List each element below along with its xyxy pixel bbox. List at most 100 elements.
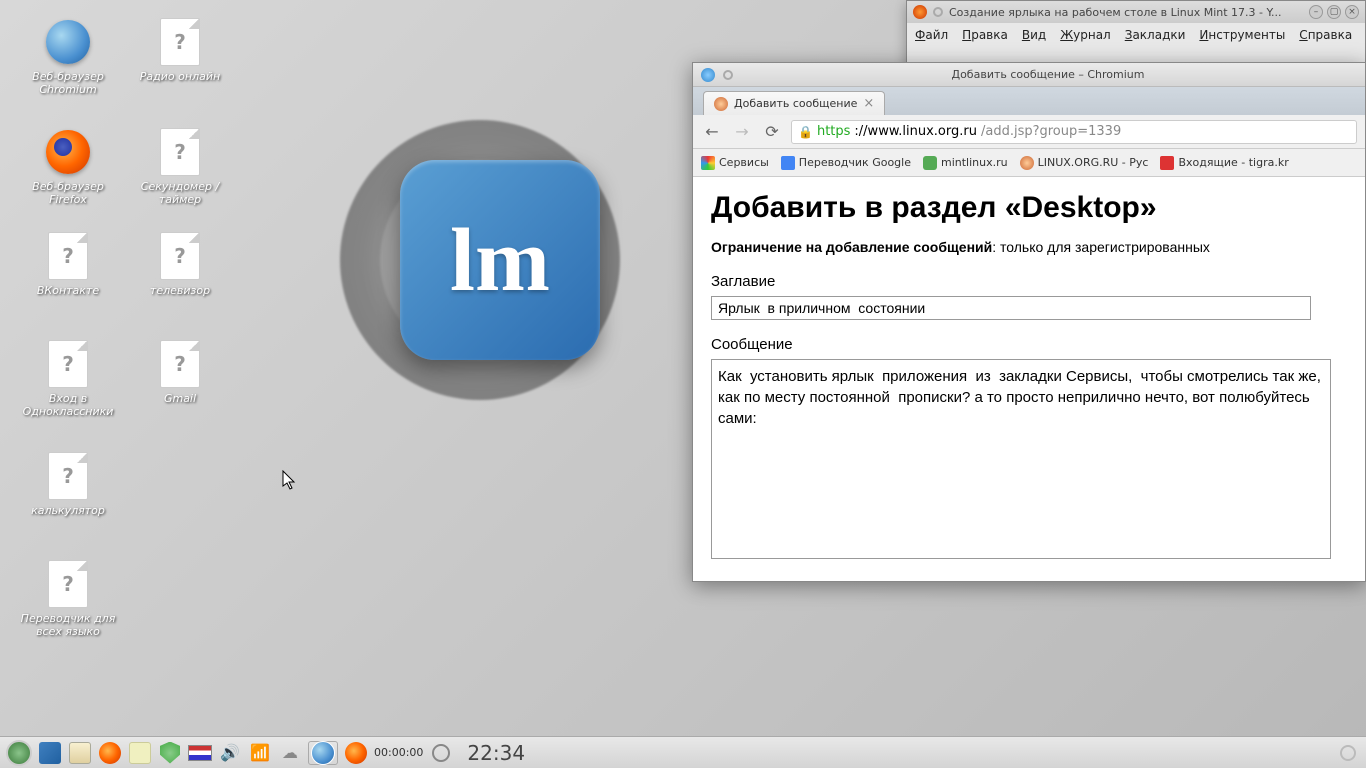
forward-button[interactable]: → — [731, 121, 753, 143]
firefox-icon — [46, 130, 90, 174]
firefox-icon — [345, 742, 367, 764]
mint-icon — [923, 156, 937, 170]
lock-icon: 🔒 — [798, 125, 813, 139]
wifi-button[interactable]: 📶 — [248, 741, 272, 765]
apps-icon — [701, 156, 715, 170]
desktop-icon-odnoklassniki[interactable]: ? Вход в Одноклассники — [18, 340, 118, 418]
desktop-icon-chromium[interactable]: Веб-браузер Chromium — [18, 18, 118, 96]
close-button[interactable]: × — [1345, 5, 1359, 19]
url-bar[interactable]: 🔒 https://www.linux.org.ru/add.jsp?group… — [791, 120, 1357, 144]
menu-file[interactable]: Файл — [915, 28, 948, 42]
tab-label: Добавить сообщение — [734, 97, 857, 110]
desktop-icon-label: ВКонтакте — [37, 284, 99, 297]
menu-edit[interactable]: Правка — [962, 28, 1008, 42]
reload-button[interactable]: ⟳ — [761, 121, 783, 143]
chromium-icon — [46, 20, 90, 64]
firefox-icon — [99, 742, 121, 764]
message-textarea[interactable]: Как установить ярлык приложения из закла… — [711, 359, 1331, 559]
cloud-icon: ☁ — [282, 743, 298, 762]
menu-tools[interactable]: Инструменты — [1199, 28, 1285, 42]
menu-help[interactable]: Справка — [1299, 28, 1352, 42]
file-icon: ? — [160, 128, 200, 176]
desktop-icon-tv[interactable]: ? телевизор — [130, 232, 230, 297]
chromium-window[interactable]: Добавить сообщение – Chromium Добавить с… — [692, 62, 1366, 582]
circle-icon — [1340, 745, 1356, 761]
desktop-icon-radio[interactable]: ? Радио онлайн — [130, 18, 230, 83]
window-title: Добавить сообщение – Chromium — [739, 68, 1357, 81]
desktop-icon-label: Секундомер / таймер — [130, 180, 230, 206]
tux-icon — [1020, 156, 1034, 170]
message-field-label: Сообщение — [711, 336, 1347, 353]
menu-bookmarks[interactable]: Закладки — [1125, 28, 1186, 42]
desktop-icon-calculator[interactable]: ? калькулятор — [18, 452, 118, 517]
file-icon: ? — [160, 18, 200, 66]
bookmark-gmail[interactable]: Входящие - tigra.kr — [1160, 156, 1288, 170]
firefox-menubar: Файл Правка Вид Журнал Закладки Инструме… — [907, 23, 1365, 47]
minimize-button[interactable]: – — [1309, 5, 1323, 19]
desktop-icon-gmail[interactable]: ? Gmail — [130, 340, 230, 405]
desktop-icon-firefox[interactable]: Веб-браузер Firefox — [18, 128, 118, 206]
file-icon: ? — [160, 232, 200, 280]
file-manager-button[interactable] — [68, 741, 92, 765]
desktop-icon-label: Вход в Одноклассники — [18, 392, 118, 418]
taskbar-chromium-button[interactable] — [308, 741, 338, 765]
bookmark-mintlinux[interactable]: mintlinux.ru — [923, 156, 1008, 170]
taskbar-notes-button[interactable] — [128, 741, 152, 765]
title-input[interactable] — [711, 296, 1311, 320]
timer-display[interactable]: 00:00:00 — [374, 741, 423, 765]
browser-tab[interactable]: Добавить сообщение × — [703, 91, 885, 115]
bookmark-services[interactable]: Сервисы — [701, 156, 769, 170]
taskbar: 🔊 📶 ☁ 00:00:00 22:34 — [0, 736, 1366, 768]
firefox-window[interactable]: Создание ярлыка на рабочем столе в Linux… — [906, 0, 1366, 70]
desktop-icon-vkontakte[interactable]: ? ВКонтакте — [18, 232, 118, 297]
bookmark-translator[interactable]: Переводчик Google — [781, 156, 911, 170]
desktop-icon-label: Веб-браузер Chromium — [18, 70, 118, 96]
chromium-toolbar: ← → ⟳ 🔒 https://www.linux.org.ru/add.jsp… — [693, 115, 1365, 149]
cloud-button[interactable]: ☁ — [278, 741, 302, 765]
file-icon: ? — [48, 560, 88, 608]
maximize-button[interactable]: ▢ — [1327, 5, 1341, 19]
menu-view[interactable]: Вид — [1022, 28, 1046, 42]
timer-icon-button[interactable] — [429, 741, 453, 765]
taskbar-end-button[interactable] — [1336, 741, 1360, 765]
firefox-icon — [913, 5, 927, 19]
folder-icon — [69, 742, 91, 764]
desktop-icon-label: Веб-браузер Firefox — [18, 180, 118, 206]
google-icon — [781, 156, 795, 170]
desktop-icon-translator[interactable]: ? Переводчик для всех языко — [18, 560, 118, 638]
desktop-icon — [39, 742, 61, 764]
notes-icon — [129, 742, 151, 764]
clock-icon — [432, 744, 450, 762]
restriction-text: Ограничение на добавление сообщений: тол… — [711, 239, 1347, 255]
bookmark-linuxorg[interactable]: LINUX.ORG.RU - Рус — [1020, 156, 1149, 170]
url-host: ://www.linux.org.ru — [854, 124, 977, 139]
show-desktop-button[interactable] — [38, 741, 62, 765]
gmail-icon — [1160, 156, 1174, 170]
shield-icon — [160, 742, 180, 764]
sound-button[interactable]: 🔊 — [218, 741, 242, 765]
taskbar-firefox-button[interactable] — [98, 741, 122, 765]
bookmarks-bar: Сервисы Переводчик Google mintlinux.ru L… — [693, 149, 1365, 177]
mint-menu-button[interactable] — [6, 741, 32, 765]
menu-journal[interactable]: Журнал — [1060, 28, 1111, 42]
desktop-icon-label: Переводчик для всех языко — [18, 612, 118, 638]
taskbar-firefox-running[interactable] — [344, 741, 368, 765]
firefox-titlebar[interactable]: Создание ярлыка на рабочем столе в Linux… — [907, 1, 1365, 23]
desktop-icon-stopwatch[interactable]: ? Секундомер / таймер — [130, 128, 230, 206]
chromium-icon — [701, 68, 715, 82]
clock-display[interactable]: 22:34 — [467, 741, 525, 765]
back-button[interactable]: ← — [701, 121, 723, 143]
desktop-icon-label: калькулятор — [31, 504, 105, 517]
loading-icon — [933, 7, 943, 17]
taskbar-shield-button[interactable] — [158, 741, 182, 765]
keyboard-layout-button[interactable] — [188, 741, 212, 765]
chromium-icon — [311, 741, 335, 765]
desktop-icon-label: Радио онлайн — [140, 70, 220, 83]
mint-logo-icon — [6, 740, 32, 766]
url-protocol: https — [817, 124, 850, 139]
tab-close-button[interactable]: × — [863, 96, 874, 111]
flag-icon — [188, 745, 212, 761]
loading-icon — [723, 70, 733, 80]
chromium-titlebar[interactable]: Добавить сообщение – Chromium — [693, 63, 1365, 87]
file-icon: ? — [48, 340, 88, 388]
